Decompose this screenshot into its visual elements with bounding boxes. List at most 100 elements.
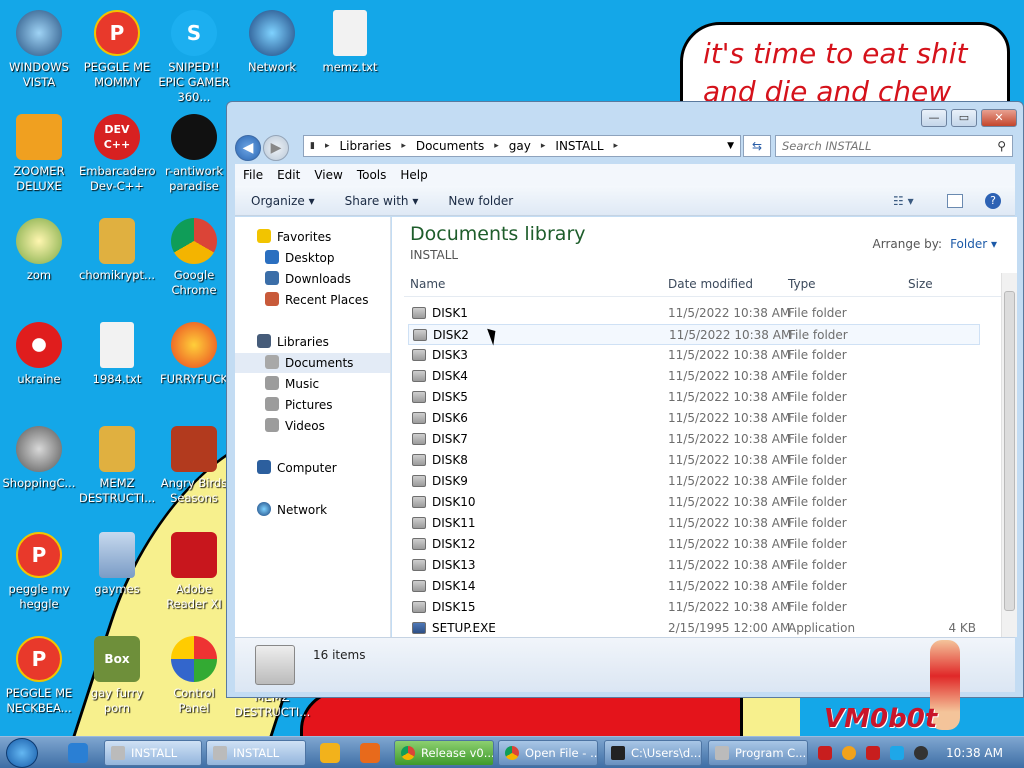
address-dropdown-icon[interactable]: ▼ [727,141,734,151]
table-row[interactable]: DISK8 11/5/2022 10:38 AM File folder [408,450,980,471]
desktop-icon-adobe-reader[interactable]: Adobe Reader XI [156,532,232,612]
nav-documents[interactable]: Documents [235,353,390,373]
tray-monitor-icon[interactable] [890,746,904,760]
desktop-icon-gay-furry-porn[interactable]: Box gay furry porn [79,636,155,716]
help-icon[interactable]: ? [985,192,1001,209]
desktop-icon-dev-cpp[interactable]: DEV C++ Embarcadero Dev-C++ [79,114,156,194]
menu-help[interactable]: Help [400,168,427,182]
search-icon[interactable]: ⚲ [997,139,1006,153]
desktop-icon-sniped[interactable]: S SNIPED!! EPIC GAMER 360... [156,10,232,105]
organize-button[interactable]: Organize ▾ [251,194,315,208]
desktop-icon-1984-txt[interactable]: 1984.txt [79,322,155,387]
share-with-button[interactable]: Share with ▾ [345,194,419,208]
table-row[interactable]: DISK1 11/5/2022 10:38 AM File folder [408,303,980,324]
vertical-scrollbar[interactable] [1001,273,1017,637]
desktop-icon-r-antiwork[interactable]: r-antiwork paradise [156,114,232,194]
desktop-icon-windows-vista[interactable]: WINDOWS VISTA [1,10,77,90]
breadcrumb-install[interactable]: INSTALL [555,139,603,153]
new-folder-button[interactable]: New folder [448,194,513,208]
column-size[interactable]: Size [908,277,933,291]
nav-pictures[interactable]: Pictures [235,395,390,415]
desktop-icon-network[interactable]: Network [234,10,310,75]
nav-desktop[interactable]: Desktop [235,248,390,268]
table-row[interactable]: DISK9 11/5/2022 10:38 AM File folder [408,471,980,492]
search-box[interactable]: ⚲ [775,135,1013,157]
title-bar[interactable]: — ▭ ✕ [227,102,1023,132]
desktop-icon-zom[interactable]: zom [1,218,77,283]
tray-v-icon[interactable] [818,746,832,760]
forward-button[interactable]: ▶ [263,135,289,161]
taskbar-clock[interactable]: 10:38 AM [946,746,1003,760]
menu-view[interactable]: View [314,168,342,182]
desktop-icon-angry-birds[interactable]: Angry Birds Seasons [156,426,232,506]
scrollbar-thumb[interactable] [1004,291,1015,611]
tray-search-icon[interactable] [842,746,856,760]
table-row[interactable]: DISK5 11/5/2022 10:38 AM File folder [408,387,980,408]
table-row[interactable]: DISK10 11/5/2022 10:38 AM File folder [408,492,980,513]
view-options-icon[interactable]: ☷ ▾ [893,194,914,208]
desktop-icon-memz-destructi-1[interactable]: MEMZ DESTRUCTI... [79,426,155,506]
desktop-icon-peggle-me-mommy[interactable]: P PEGGLE ME MOMMY [79,10,155,90]
desktop-icon-memz-txt[interactable]: memz.txt [312,10,388,75]
taskbar-open-file[interactable]: Open File - ... [498,740,598,766]
taskbar-7zip[interactable]: C:\Users\d... [604,740,702,766]
maximize-button[interactable]: ▭ [951,109,977,127]
address-bar[interactable]: ▮ ▸ Libraries ▸ Documents ▸ gay ▸ INSTAL… [303,135,741,157]
desktop-icon-ukraine[interactable]: ukraine [1,322,77,387]
nav-favorites[interactable]: Favorites [235,227,390,247]
nav-downloads[interactable]: Downloads [235,269,390,289]
table-row[interactable]: DISK3 11/5/2022 10:38 AM File folder [408,345,980,366]
table-row[interactable]: SETUP.EXE 2/15/1995 12:00 AM Application 4 … [408,618,980,639]
app-icon[interactable] [360,743,380,763]
nav-network[interactable]: Network [235,500,390,520]
desktop-icon-gaymes[interactable]: gaymes [79,532,155,597]
media-icon[interactable] [320,743,340,763]
taskbar-install-2[interactable]: INSTALL [206,740,306,766]
nav-videos[interactable]: Videos [235,416,390,436]
menu-edit[interactable]: Edit [277,168,300,182]
search-input[interactable] [776,136,976,156]
taskbar-release[interactable]: Release v0.... [394,740,494,766]
table-row[interactable]: DISK6 11/5/2022 10:38 AM File folder [408,408,980,429]
desktop-icon-peggle-me-neckbea[interactable]: P PEGGLE ME NECKBEA... [1,636,77,716]
file-name: DISK2 [433,328,469,342]
arrange-by-dropdown[interactable]: Folder ▾ [950,237,997,251]
refresh-button[interactable]: ⇆ [743,135,771,157]
back-button[interactable]: ◀ [235,135,261,161]
desktop-icon-chomikrypt[interactable]: chomikrypt... [79,218,155,283]
column-type[interactable]: Type [788,277,816,291]
taskbar-program-c[interactable]: Program C... [708,740,808,766]
menu-tools[interactable]: Tools [357,168,387,182]
table-row[interactable]: DISK4 11/5/2022 10:38 AM File folder [408,366,980,387]
desktop-icon-furryfuck[interactable]: FURRYFUCK [156,322,232,387]
preview-pane-icon[interactable] [947,193,963,208]
table-row[interactable]: DISK12 11/5/2022 10:38 AM File folder [408,534,980,555]
taskbar-install-1[interactable]: INSTALL [104,740,202,766]
nav-recent-places[interactable]: Recent Places [235,290,390,310]
breadcrumb-gay[interactable]: gay [509,139,531,153]
nav-music[interactable]: Music [235,374,390,394]
tray-volume-icon[interactable] [914,746,928,760]
desktop-icon-google-chrome[interactable]: Google Chrome [156,218,232,298]
nav-libraries[interactable]: Libraries [235,332,390,352]
desktop-icon-peggle-my-heggle[interactable]: P peggle my heggle [1,532,77,612]
table-row[interactable]: DISK15 11/5/2022 10:38 AM File folder [408,597,980,618]
tray-flag-icon[interactable] [866,746,880,760]
column-name[interactable]: Name [410,277,445,291]
table-row[interactable]: DISK14 11/5/2022 10:38 AM File folder [408,576,980,597]
start-button[interactable] [6,738,38,768]
desktop-icon-zoomer-deluxe[interactable]: ZOOMER DELUXE [1,114,77,194]
table-row[interactable]: DISK11 11/5/2022 10:38 AM File folder [408,513,980,534]
desktop-icon-shoppingc[interactable]: ShoppingC... [1,426,77,491]
minimize-button[interactable]: — [921,109,947,127]
table-row[interactable]: DISK13 11/5/2022 10:38 AM File folder [408,555,980,576]
ie-icon[interactable] [68,743,88,763]
breadcrumb-libraries[interactable]: Libraries [339,139,391,153]
table-row[interactable]: DISK7 11/5/2022 10:38 AM File folder [408,429,980,450]
breadcrumb-documents[interactable]: Documents [416,139,484,153]
column-date-modified[interactable]: Date modified [668,277,753,291]
nav-computer[interactable]: Computer [235,458,390,478]
menu-file[interactable]: File [243,168,263,182]
desktop-icon-control-panel[interactable]: Control Panel [156,636,232,716]
close-button[interactable]: ✕ [981,109,1017,127]
